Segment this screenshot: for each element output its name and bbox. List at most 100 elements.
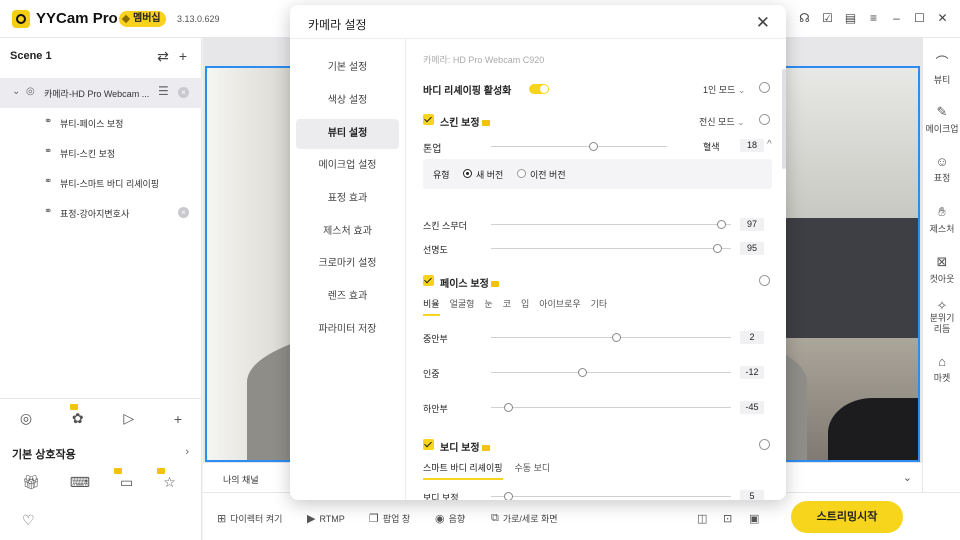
doc-icon[interactable]: ▤ [843, 11, 858, 26]
chevron-down-icon[interactable]: ⌄ [12, 86, 20, 97]
source-skin[interactable]: ⚭ 뷰티-스킨 보정 [0, 138, 202, 168]
reset-icon[interactable] [759, 275, 770, 286]
history-icon[interactable] [759, 82, 770, 93]
record-icon[interactable]: ▣ [749, 512, 759, 525]
nav-gesture[interactable]: 제스처 효과 [296, 217, 399, 247]
keyboard-icon[interactable]: ⌨ [70, 474, 90, 491]
slider-knob[interactable] [503, 492, 513, 500]
heart-box-icon[interactable]: ♡ [22, 512, 35, 529]
tab-smart-body[interactable]: 스마트 바디 리셰이핑 [423, 461, 503, 480]
tab-face-shape[interactable]: 얼굴형 [450, 297, 475, 310]
nav-save-params[interactable]: 파라미터 저장 [296, 315, 399, 345]
slider-knob[interactable] [578, 368, 588, 377]
slider-knob[interactable] [717, 220, 727, 229]
tab-other[interactable]: 기타 [591, 297, 608, 310]
nav-basic[interactable]: 기본 설정 [296, 53, 399, 83]
scrollbar[interactable] [782, 69, 786, 169]
philtrum-value[interactable]: -12 [740, 366, 764, 379]
nav-makeup[interactable]: 메이크업 설정 [296, 151, 399, 181]
rail-market[interactable]: ⌂ 마켓 [923, 354, 960, 384]
star-icon[interactable]: ☆ [157, 468, 176, 491]
camera-add-icon[interactable]: ◎ [20, 410, 32, 427]
blood-value[interactable]: 18 [740, 139, 764, 152]
minimize-icon[interactable]: – [889, 11, 904, 26]
source-face[interactable]: ⚭ 뷰티-페이스 보정 [0, 108, 202, 138]
lowerface-slider[interactable] [491, 403, 731, 412]
reset-icon[interactable] [759, 439, 770, 450]
sharp-value[interactable]: 95 [740, 242, 764, 255]
midface-value[interactable]: 2 [740, 331, 764, 344]
skin-mode-select[interactable]: 전신 모드 [699, 115, 745, 128]
slider-knob[interactable] [611, 333, 621, 342]
add-source-icon[interactable]: + [179, 48, 187, 65]
tab-ratio[interactable]: 비율 [423, 297, 440, 316]
nav-expression[interactable]: 표정 효과 [296, 184, 399, 214]
remove-source-icon[interactable]: × [178, 207, 189, 218]
rail-ambience[interactable]: ✧ 분위기 리듬 [923, 299, 960, 335]
rail-beauty[interactable]: ⌒ 뷰티 [923, 52, 960, 86]
person-mode-select[interactable]: 1인 모드 [703, 83, 745, 96]
feedback-icon[interactable]: ☑ [820, 11, 835, 26]
membership-badge[interactable]: 멤버십 [119, 11, 166, 27]
layout-icon[interactable]: ◫ [697, 512, 707, 525]
nav-beauty[interactable]: 뷰티 설정 [296, 119, 399, 149]
gift-icon[interactable]: 🎁︎ [22, 474, 40, 491]
rtmp-button[interactable]: ▶ RTMP [307, 512, 345, 525]
close-icon[interactable]: ✕ [935, 11, 950, 26]
face-checkbox[interactable] [423, 275, 434, 286]
slider-knob[interactable] [712, 244, 722, 253]
nav-color[interactable]: 색상 설정 [296, 86, 399, 116]
menu-icon[interactable]: ≡ [866, 11, 881, 26]
smoother-value[interactable]: 97 [740, 218, 764, 231]
philtrum-slider[interactable] [491, 368, 731, 377]
rail-gesture[interactable]: ✋︎ 제스처 [923, 204, 960, 235]
midface-slider[interactable] [491, 333, 731, 342]
tab-manual-body[interactable]: 수동 보디 [515, 461, 551, 474]
rail-cutout[interactable]: ⊠ 컷아웃 [923, 254, 960, 285]
tab-eyes[interactable]: 눈 [484, 297, 492, 310]
type-new-radio[interactable] [463, 169, 472, 178]
chevron-right-icon[interactable]: › [185, 446, 189, 458]
popup-button[interactable]: ❐ 팝업 창 [369, 512, 410, 525]
tab-eyebrow[interactable]: 아이브로우 [539, 297, 580, 310]
nav-chromakey[interactable]: 크로마키 설정 [296, 249, 399, 279]
snapshot-icon[interactable]: ⊡ [723, 512, 732, 525]
plugin-add-icon[interactable]: ✿ [69, 404, 84, 427]
close-icon[interactable]: ✕ [756, 13, 770, 33]
filter-icon[interactable]: ⇄ [157, 48, 169, 65]
tab-nose[interactable]: 코 [503, 297, 511, 310]
source-body[interactable]: ⚭ 뷰티-스마트 바디 리셰이핑 [0, 168, 202, 198]
more-add-icon[interactable]: + [174, 411, 182, 427]
body-reshape-toggle[interactable] [529, 84, 549, 94]
sharp-slider[interactable] [491, 244, 731, 253]
nav-lens[interactable]: 렌즈 효과 [296, 282, 399, 312]
director-button[interactable]: ⊞ 다이렉터 켜기 [217, 512, 282, 525]
body-checkbox[interactable] [423, 439, 434, 450]
slider-knob[interactable] [503, 403, 513, 412]
chevron-up-icon[interactable]: ^ [767, 139, 772, 150]
list-icon[interactable]: ☰ [158, 84, 169, 98]
chevron-down-icon[interactable]: ⌄ [903, 471, 912, 484]
body-row-value[interactable]: 5 [740, 490, 764, 500]
rail-expression[interactable]: ☺ 표정 [923, 154, 960, 184]
channel-label[interactable]: 나의 채널 [223, 473, 259, 486]
smoother-slider[interactable] [491, 220, 731, 229]
orientation-button[interactable]: ⧉ 가로/세로 화면 [491, 512, 558, 525]
body-slider[interactable] [491, 492, 731, 500]
skin-checkbox[interactable] [423, 114, 434, 125]
tab-mouth[interactable]: 입 [521, 297, 529, 310]
slider-knob[interactable] [589, 142, 599, 151]
type-old-radio[interactable] [517, 169, 526, 178]
audio-button[interactable]: ◉ 음향 [435, 512, 465, 525]
tone-slider[interactable] [491, 142, 667, 151]
headset-icon[interactable]: ☊ [797, 11, 812, 26]
remove-source-icon[interactable]: × [178, 87, 189, 98]
source-expression[interactable]: ⚭ 표정-강아지변호사 × [0, 198, 202, 228]
lowerface-value[interactable]: -45 [740, 401, 764, 414]
start-stream-button[interactable]: 스트리밍시작 [791, 501, 903, 533]
maximize-icon[interactable]: ☐ [912, 11, 927, 26]
reset-icon[interactable] [759, 114, 770, 125]
devices-icon[interactable]: ▭ [114, 468, 133, 491]
rail-makeup[interactable]: ✎ 메이크업 [923, 104, 960, 135]
media-add-icon[interactable]: ▷ [123, 410, 134, 427]
